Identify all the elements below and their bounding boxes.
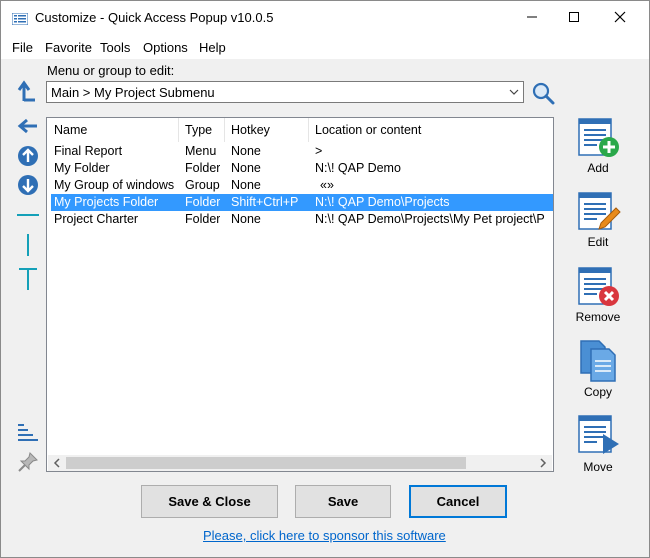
search-icon[interactable]: [531, 81, 555, 105]
row-type: Folder: [185, 161, 221, 175]
sort-button[interactable]: [15, 420, 41, 446]
title-bar: Customize - Quick Access Popup v10.0.5: [1, 1, 649, 35]
remove-button[interactable]: Remove: [571, 264, 625, 334]
favorites-list[interactable]: Name Type Hotkey Location or content Fin…: [46, 117, 554, 472]
close-button[interactable]: [597, 1, 643, 33]
row-hotkey: Shift+Ctrl+P: [231, 195, 299, 209]
menu-file[interactable]: File: [12, 40, 33, 55]
remove-favorite-icon: [578, 267, 619, 306]
minimize-icon: [527, 16, 537, 18]
app-icon: [12, 13, 28, 25]
move-up-button[interactable]: [15, 143, 41, 169]
copy-button-label: Copy: [583, 385, 612, 399]
row-location: N:\! QAP Demo\Projects: [315, 195, 450, 209]
move-down-button[interactable]: [15, 172, 41, 198]
scroll-right-icon[interactable]: [538, 458, 548, 468]
row-hotkey: None: [231, 212, 261, 226]
edit-button-label: Edit: [587, 235, 609, 249]
minimize-button[interactable]: [509, 1, 555, 33]
back-arrow-icon: [17, 118, 37, 134]
move-button[interactable]: Move: [571, 414, 625, 484]
row-location: N:\! QAP Demo\Projects\My Pet project\P: [315, 212, 545, 226]
row-type: Menu: [185, 144, 217, 158]
window-title: Customize - Quick Access Popup v10.0.5: [35, 10, 274, 25]
row-location: «»: [320, 178, 334, 192]
row-type: Folder: [185, 212, 221, 226]
list-row[interactable]: Final Report Menu None >: [51, 143, 553, 160]
menu-tools[interactable]: Tools: [100, 40, 130, 55]
parent-menu-button[interactable]: [15, 78, 41, 104]
save-close-button[interactable]: Save & Close: [141, 485, 278, 518]
move-button-label: Move: [583, 460, 613, 474]
row-name: My Group of windows: [54, 178, 175, 192]
row-name: Project Charter: [54, 212, 139, 226]
row-type: Group: [185, 178, 220, 192]
column-header-hotkey[interactable]: Hotkey: [231, 123, 270, 137]
row-type: Folder: [185, 195, 221, 209]
menu-favorite[interactable]: Favorite: [45, 40, 92, 55]
column-divider[interactable]: [178, 118, 179, 142]
column-header-location[interactable]: Location or content: [315, 123, 421, 137]
column-header-type[interactable]: Type: [185, 123, 212, 137]
customize-window: Customize - Quick Access Popup v10.0.5 F…: [0, 0, 650, 558]
menu-bar: File Favorite Tools Options Help: [1, 35, 649, 59]
remove-button-label: Remove: [575, 310, 621, 324]
menu-help[interactable]: Help: [199, 40, 226, 55]
list-row[interactable]: Project Charter Folder None N:\! QAP Dem…: [51, 211, 553, 228]
arrow-down-circle-icon: [18, 175, 38, 195]
column-divider[interactable]: [224, 118, 225, 142]
row-name: My Projects Folder: [54, 195, 159, 209]
horizontal-scrollbar[interactable]: [48, 455, 552, 471]
move-favorite-icon: [578, 415, 619, 454]
scrollbar-thumb[interactable]: [66, 457, 466, 469]
chevron-down-icon: [509, 89, 519, 95]
list-header: Name Type Hotkey Location or content: [47, 118, 553, 142]
menu-group-select[interactable]: Main > My Project Submenu: [46, 81, 524, 103]
close-icon: [614, 11, 626, 23]
add-separator-button[interactable]: [15, 202, 41, 228]
back-button[interactable]: [15, 113, 41, 139]
row-hotkey: None: [231, 178, 261, 192]
row-name: Final Report: [54, 144, 123, 158]
edit-favorite-icon: [578, 192, 621, 230]
sponsor-link[interactable]: Please, click here to sponsor this softw…: [203, 528, 446, 543]
save-button[interactable]: Save: [295, 485, 391, 518]
list-row[interactable]: My Folder Folder None N:\! QAP Demo: [51, 160, 553, 177]
add-button[interactable]: Add: [571, 115, 625, 185]
arrow-up-circle-icon: [18, 146, 38, 166]
up-level-arrow-icon: [17, 80, 35, 102]
add-favorite-icon: [578, 118, 619, 157]
row-location: >: [315, 144, 323, 158]
list-row[interactable]: My Group of windows Group None «»: [51, 177, 553, 194]
edit-button[interactable]: Edit: [571, 189, 625, 259]
vertical-separator-icon: [27, 234, 29, 256]
maximize-icon: [569, 12, 579, 22]
row-location: N:\! QAP Demo: [315, 161, 401, 175]
pin-icon: [18, 452, 38, 472]
add-text-separator-button[interactable]: [15, 266, 41, 292]
list-row-selected[interactable]: My Projects Folder Folder Shift+Ctrl+P N…: [51, 194, 553, 211]
sort-icon: [18, 424, 38, 441]
maximize-button[interactable]: [551, 1, 597, 33]
row-name: My Folder: [54, 161, 110, 175]
horizontal-separator-icon: [17, 214, 39, 216]
row-hotkey: None: [231, 144, 261, 158]
copy-button[interactable]: Copy: [571, 339, 625, 409]
menu-group-value: Main > My Project Submenu: [51, 85, 215, 100]
scroll-left-icon[interactable]: [52, 458, 62, 468]
text-separator-icon: [19, 268, 37, 290]
copy-favorite-icon: [580, 340, 616, 382]
column-divider[interactable]: [308, 118, 309, 142]
add-button-label: Add: [587, 161, 609, 175]
menu-group-label: Menu or group to edit:: [47, 63, 175, 78]
menu-options[interactable]: Options: [143, 40, 188, 55]
add-column-break-button[interactable]: [15, 232, 41, 258]
row-hotkey: None: [231, 161, 261, 175]
column-header-name[interactable]: Name: [54, 123, 87, 137]
cancel-button[interactable]: Cancel: [409, 485, 507, 518]
pin-button[interactable]: [15, 449, 41, 475]
